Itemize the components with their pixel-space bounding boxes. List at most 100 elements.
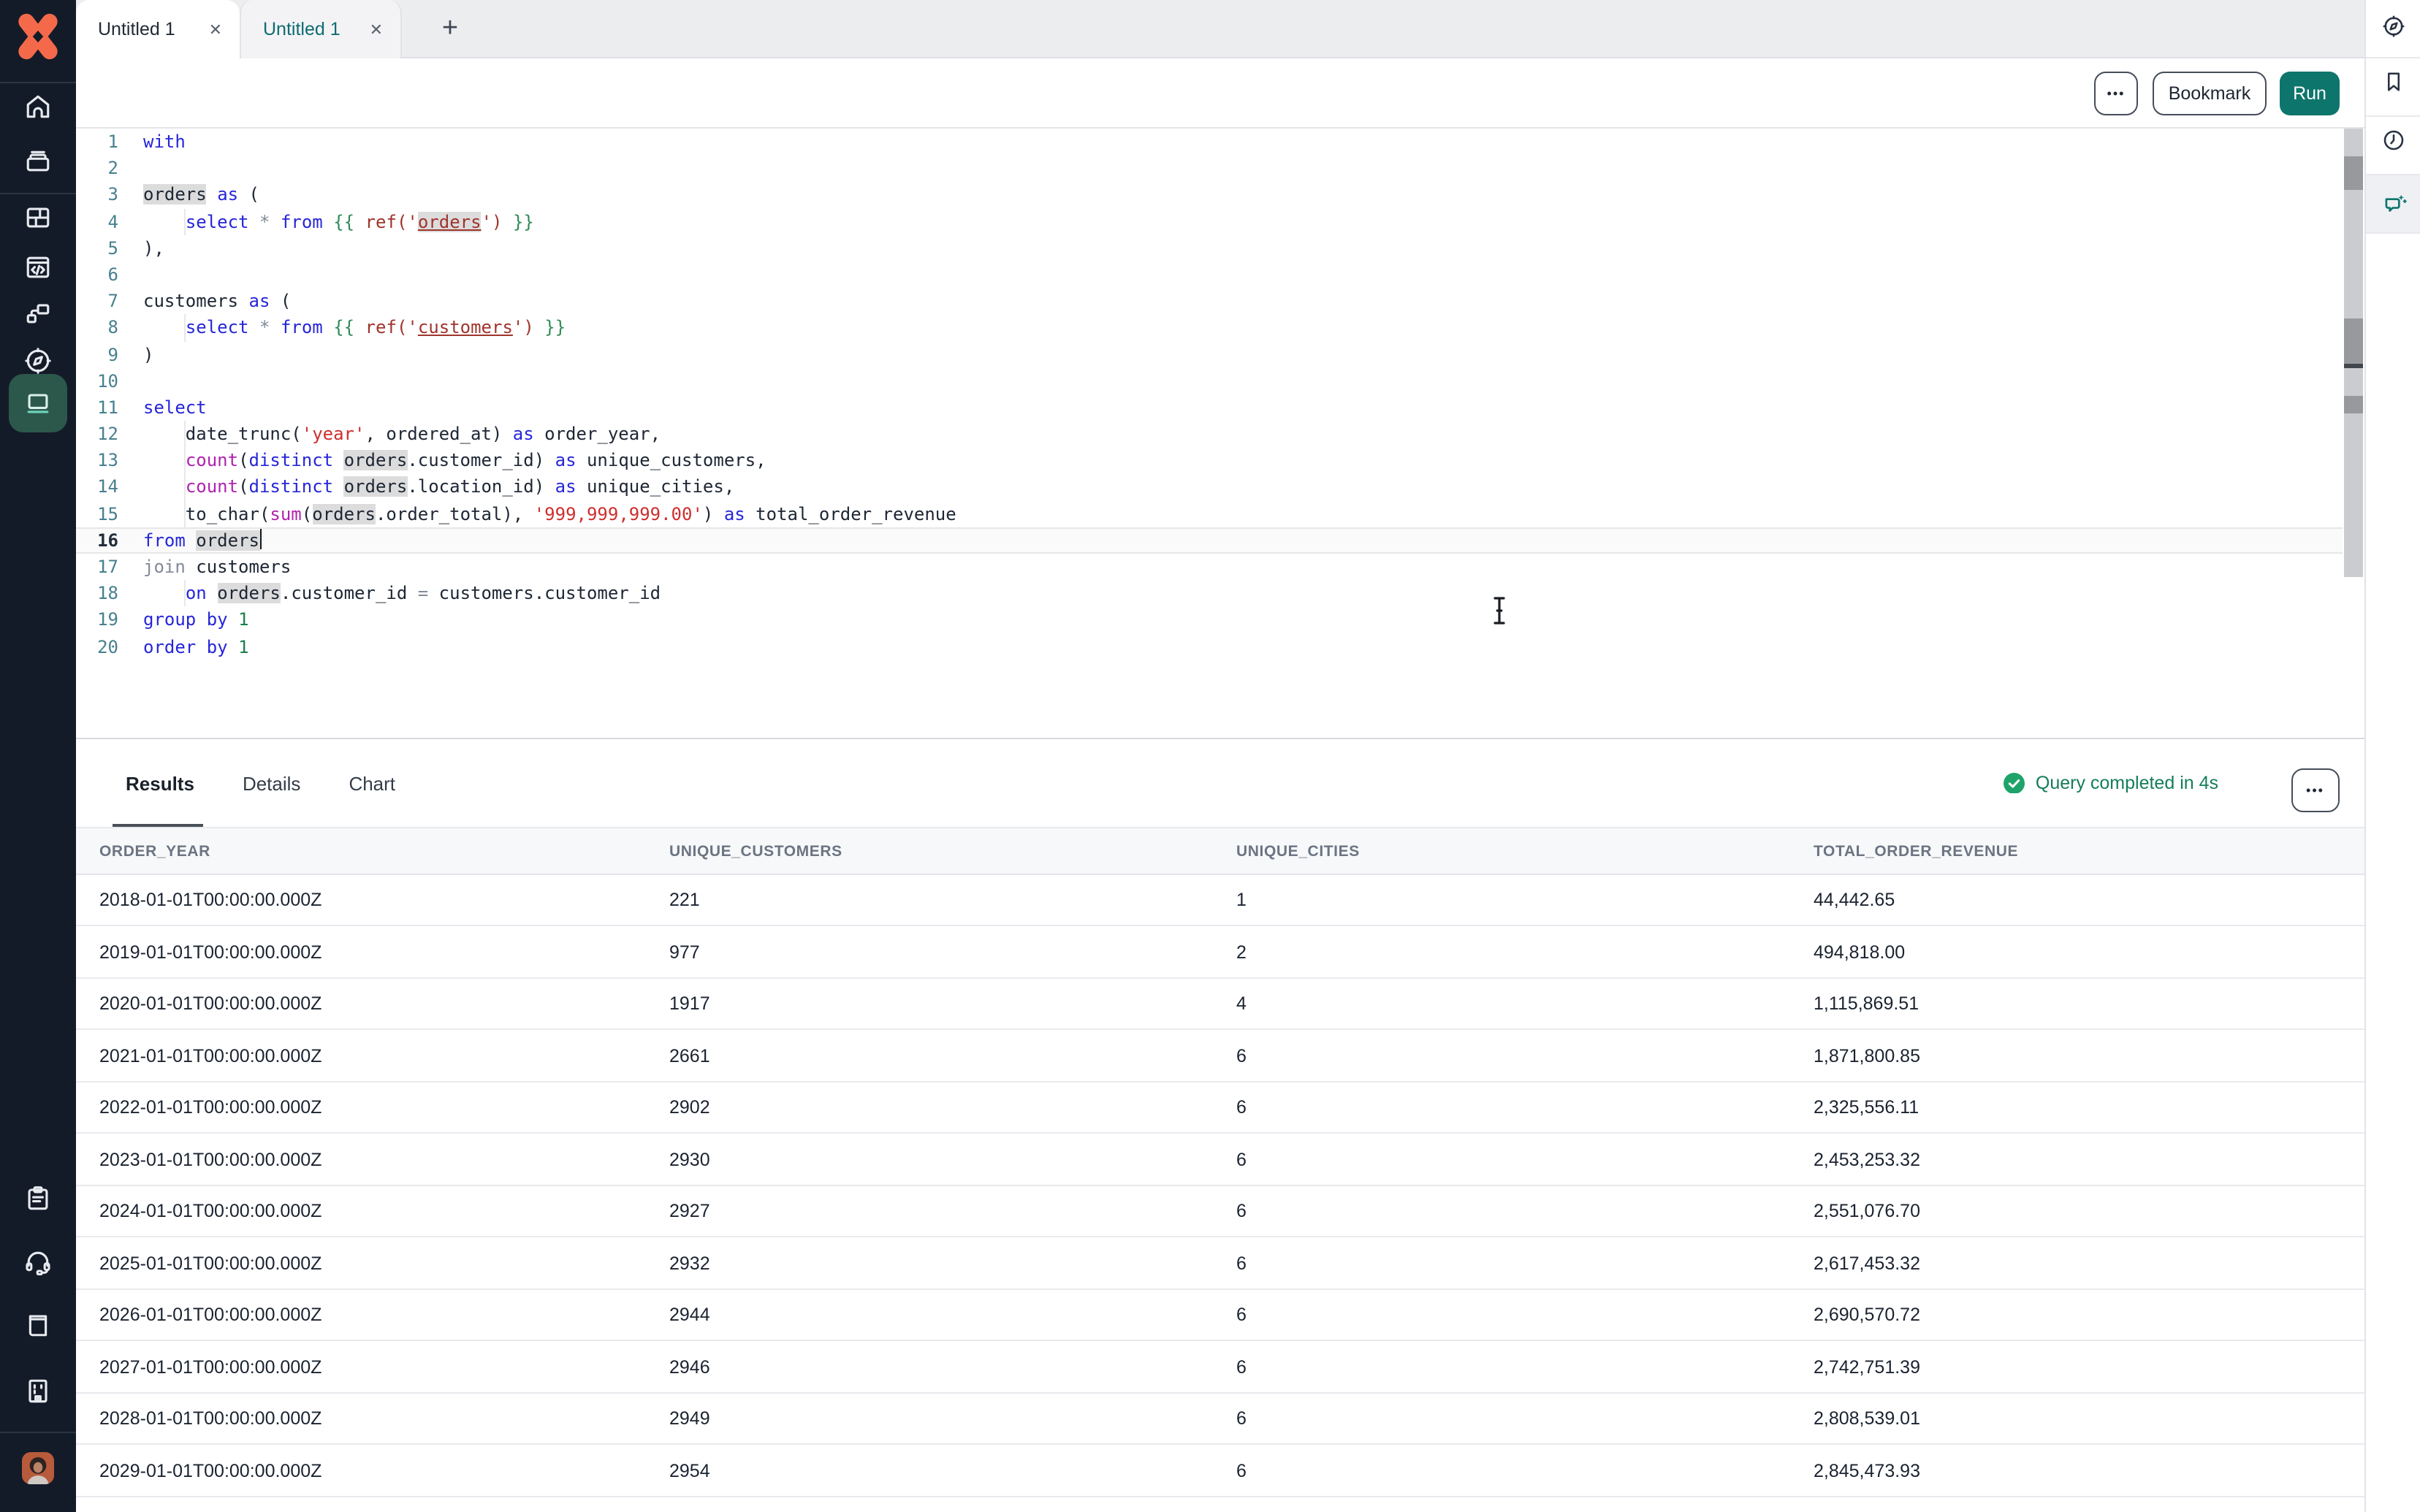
- table-cell: 2,617,453.32: [1814, 1237, 1920, 1289]
- more-options-button[interactable]: •••: [2094, 71, 2138, 115]
- table-row[interactable]: 2029-01-01T00:00:00.000Z295462,845,473.9…: [76, 1445, 2364, 1497]
- sidebar-item-inbox-drawer[interactable]: [0, 137, 76, 190]
- tab-bar: Untitled 1✕Untitled 1✕ +: [76, 0, 2364, 58]
- line-number: 6: [76, 261, 143, 288]
- editor-tab-2[interactable]: Untitled 1 ✕: [240, 0, 402, 58]
- table-cell: 494,818.00: [1814, 926, 1905, 978]
- paradime-x-logo-icon[interactable]: [13, 12, 63, 61]
- mouse-ibeam-cursor: [1492, 596, 1507, 625]
- sidebar-item-compass[interactable]: [2366, 3, 2420, 56]
- organization-building-icon: [22, 1374, 54, 1413]
- table-row[interactable]: 2019-01-01T00:00:00.000Z9772494,818.00: [76, 926, 2364, 978]
- user-avatar[interactable]: [22, 1452, 54, 1484]
- table-row[interactable]: 2023-01-01T00:00:00.000Z293062,453,253.3…: [76, 1134, 2364, 1185]
- table-row[interactable]: 2028-01-01T00:00:00.000Z294962,808,539.0…: [76, 1393, 2364, 1445]
- code-line[interactable]: 4 select * from {{ ref('orders') }}: [76, 208, 2343, 234]
- check-circle-icon: [2004, 773, 2025, 794]
- table-cell: 6: [1236, 1237, 1247, 1289]
- table-row[interactable]: 2027-01-01T00:00:00.000Z294662,742,751.3…: [76, 1341, 2364, 1393]
- code-line[interactable]: 3orders as (: [76, 182, 2343, 208]
- code-line[interactable]: 19group by 1: [76, 607, 2343, 633]
- dashboard-grid-icon: [22, 202, 54, 241]
- clipboard-icon: [22, 1181, 54, 1221]
- code-line[interactable]: 7customers as (: [76, 288, 2343, 314]
- code-text: count(distinct orders.location_id) as un…: [143, 474, 2343, 500]
- code-line[interactable]: 2: [76, 155, 2343, 181]
- code-line[interactable]: 5),: [76, 235, 2343, 261]
- table-row[interactable]: 2024-01-01T00:00:00.000Z292762,551,076.7…: [76, 1185, 2364, 1237]
- sql-code-editor[interactable]: 1with23orders as (4 select * from {{ ref…: [76, 129, 2343, 736]
- sidebar-item-dashboard-grid[interactable]: [0, 195, 76, 248]
- code-text: to_char(sum(orders.order_total), '999,99…: [143, 500, 2343, 527]
- code-line[interactable]: 14 count(distinct orders.location_id) as…: [76, 474, 2343, 500]
- code-line[interactable]: 20order by 1: [76, 633, 2343, 660]
- table-row[interactable]: 2030-01-01T00:00:00.000Z287961,841,049.3…: [76, 1497, 2364, 1512]
- editor-scrollbar-thumb[interactable]: [2343, 318, 2363, 365]
- table-cell: 2944: [669, 1289, 710, 1341]
- sidebar-item-docs-book[interactable]: [0, 1302, 76, 1354]
- code-line[interactable]: 18 on orders.customer_id = customers.cus…: [76, 580, 2343, 606]
- results-tab-results[interactable]: Results: [126, 772, 194, 794]
- sidebar-item-clipboard[interactable]: [0, 1175, 76, 1227]
- code-line[interactable]: 6: [76, 261, 2343, 288]
- table-row[interactable]: 2018-01-01T00:00:00.000Z221144,442.65: [76, 874, 2364, 926]
- results-tab-chart[interactable]: Chart: [349, 772, 395, 794]
- new-tab-button[interactable]: +: [425, 0, 475, 58]
- indent-guide: [184, 421, 186, 447]
- sidebar-item-code-window[interactable]: [0, 244, 76, 297]
- code-line-active[interactable]: 16from orders: [76, 527, 2343, 554]
- code-text: [143, 367, 2343, 394]
- code-line[interactable]: 11select: [76, 394, 2343, 421]
- code-line[interactable]: 1with: [76, 129, 2343, 155]
- app-window: Untitled 1✕Untitled 1✕ + ••• Bookmark Ru…: [0, 0, 2420, 1512]
- table-cell: 2025-01-01T00:00:00.000Z: [99, 1237, 321, 1289]
- sidebar-item-history-clock[interactable]: [2366, 118, 2420, 170]
- code-line[interactable]: 9): [76, 341, 2343, 367]
- table-cell: 2027-01-01T00:00:00.000Z: [99, 1341, 321, 1393]
- tab-close-icon[interactable]: ✕: [358, 20, 383, 39]
- table-row[interactable]: 2025-01-01T00:00:00.000Z 2932 6 2,617,453.3…: [76, 1237, 2364, 1289]
- code-line[interactable]: 17join customers: [76, 554, 2343, 580]
- flow-link-icon: [22, 297, 54, 336]
- editor-scrollbar-track[interactable]: [2343, 129, 2363, 577]
- sidebar-item-home[interactable]: [0, 83, 76, 136]
- table-cell: 2932: [669, 1237, 710, 1289]
- query-status-text: Query completed in 4s: [2036, 773, 2218, 793]
- code-line[interactable]: 13 count(distinct orders.customer_id) as…: [76, 448, 2343, 474]
- results-table-header: ORDER_YEARUNIQUE_CUSTOMERSUNIQUE_CITIEST…: [76, 827, 2364, 874]
- sidebar-item-flow-link[interactable]: [0, 290, 76, 343]
- table-row[interactable]: 2022-01-01T00:00:00.000Z290262,325,556.1…: [76, 1082, 2364, 1134]
- tab-label: Untitled 1: [263, 19, 340, 39]
- table-cell: 6: [1236, 1497, 1247, 1512]
- table-cell: 2019-01-01T00:00:00.000Z: [99, 926, 321, 978]
- table-row[interactable]: 2020-01-01T00:00:00.000Z191741,115,869.5…: [76, 978, 2364, 1030]
- table-cell: 2,453,253.32: [1814, 1134, 1920, 1185]
- results-tab-details[interactable]: Details: [243, 772, 301, 794]
- code-line[interactable]: 10: [76, 367, 2343, 394]
- sidebar-item-organization-building[interactable]: [0, 1367, 76, 1420]
- code-text: on orders.customer_id = customers.custom…: [143, 580, 2343, 606]
- sidebar-item-support-headset[interactable]: [0, 1239, 76, 1291]
- editor-tab-1[interactable]: Untitled 1✕: [76, 0, 240, 58]
- table-cell: 6: [1236, 1341, 1247, 1393]
- line-number: 4: [76, 208, 143, 234]
- bookmark-button[interactable]: Bookmark: [2153, 71, 2267, 115]
- left-sidebar: [0, 0, 76, 1512]
- sidebar-item-terminal-selected[interactable]: [9, 374, 67, 432]
- table-row[interactable]: 2026-01-01T00:00:00.000Z294462,690,570.7…: [76, 1289, 2364, 1341]
- sidebar-item-ai-chat-selected[interactable]: [2366, 175, 2420, 232]
- results-table-body: 2018-01-01T00:00:00.000Z221144,442.65201…: [76, 874, 2364, 1512]
- results-more-button[interactable]: •••: [2291, 768, 2340, 812]
- tab-close-icon[interactable]: ✕: [197, 20, 222, 39]
- table-cell: 2,551,076.70: [1814, 1185, 1920, 1237]
- run-button[interactable]: Run: [2280, 71, 2340, 115]
- table-row[interactable]: 2021-01-01T00:00:00.000Z266161,871,800.8…: [76, 1030, 2364, 1082]
- code-line[interactable]: 12 date_trunc('year', ordered_at) as ord…: [76, 421, 2343, 447]
- code-line[interactable]: 15 to_char(sum(orders.order_total), '999…: [76, 500, 2343, 527]
- indent-guide: [184, 580, 186, 606]
- sidebar-item-bookmark[interactable]: [2366, 58, 2420, 111]
- code-text: select * from {{ ref('customers') }}: [143, 315, 2343, 341]
- table-cell: 2021-01-01T00:00:00.000Z: [99, 1030, 321, 1082]
- table-cell: 6: [1236, 1393, 1247, 1445]
- code-line[interactable]: 8 select * from {{ ref('customers') }}: [76, 315, 2343, 341]
